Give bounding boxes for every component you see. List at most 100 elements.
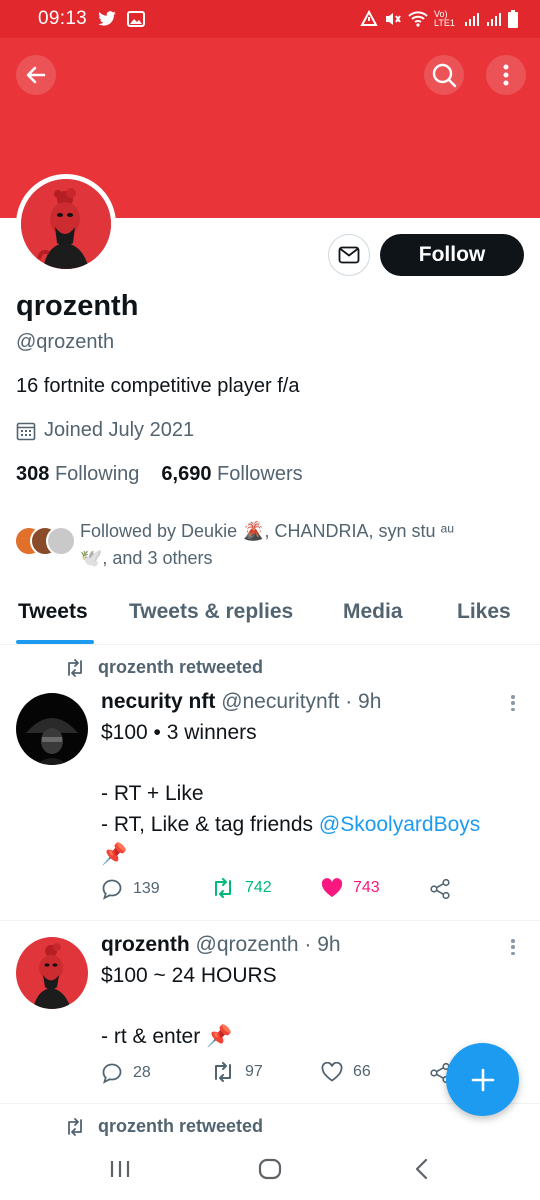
like-count: 743 bbox=[353, 879, 380, 896]
back-button[interactable] bbox=[16, 55, 56, 95]
wifi-icon bbox=[408, 11, 428, 27]
recent-apps-icon bbox=[110, 1161, 130, 1177]
profile-handle: @qrozenth bbox=[16, 331, 115, 353]
display-name: qrozenth bbox=[16, 290, 139, 322]
twitter-notification-icon bbox=[98, 11, 116, 26]
followed-by-line: 🕊️, and 3 others bbox=[80, 548, 213, 568]
followed-by-text: Followed by Deukie 🌋, CHANDRIA, syn stu … bbox=[80, 518, 520, 572]
more-vertical-icon bbox=[503, 64, 509, 86]
retweet-icon bbox=[215, 878, 231, 898]
reply-count: 139 bbox=[133, 880, 160, 897]
retweet-indicator: qrozenth retweeted bbox=[64, 657, 263, 678]
back-nav-button[interactable] bbox=[402, 1154, 442, 1184]
followers-count: 6,690 bbox=[161, 463, 212, 485]
tweet-more-button[interactable] bbox=[506, 693, 520, 713]
retweet-icon bbox=[215, 1062, 231, 1082]
status-bar: 09:13 Vo) LTE1 bbox=[0, 0, 540, 38]
tweet-author-avatar[interactable] bbox=[16, 693, 88, 765]
back-arrow-icon bbox=[26, 66, 46, 84]
more-options-button[interactable] bbox=[486, 55, 526, 95]
tweet-header: necurity nft @necuritynft · 9h bbox=[101, 690, 381, 714]
following-link[interactable]: 308 Following bbox=[16, 463, 139, 486]
tweet-more-button[interactable] bbox=[506, 937, 520, 957]
tab-media[interactable]: Media bbox=[343, 600, 403, 624]
battery-icon bbox=[508, 10, 518, 28]
tweet-actions: 139 742 743 bbox=[101, 878, 521, 908]
envelope-icon bbox=[338, 246, 360, 264]
reply-button[interactable]: 28 bbox=[101, 1062, 151, 1084]
share-icon bbox=[430, 878, 450, 900]
share-button[interactable] bbox=[429, 878, 451, 900]
retweeted-by-label: qrozenth retweeted bbox=[98, 657, 264, 677]
tweet-meta: @qrozenth · 9h bbox=[195, 933, 341, 956]
avatar-image bbox=[16, 937, 88, 1009]
plus-icon bbox=[471, 1068, 494, 1091]
avatar-image bbox=[21, 179, 111, 269]
retweet-button[interactable]: 742 bbox=[211, 878, 272, 898]
mutual-avatars bbox=[14, 526, 78, 560]
heart-filled-icon bbox=[321, 878, 343, 897]
followers-label: Followers bbox=[217, 463, 303, 485]
retweet-icon bbox=[68, 1117, 82, 1136]
retweet-count: 742 bbox=[245, 879, 272, 896]
followed-by[interactable]: Followed by Deukie 🌋, CHANDRIA, syn stu … bbox=[14, 518, 524, 574]
back-chevron-icon bbox=[415, 1158, 428, 1180]
system-navigation-bar bbox=[0, 1140, 540, 1200]
following-label: Following bbox=[54, 463, 140, 485]
profile-avatar[interactable] bbox=[16, 174, 116, 274]
tweet-text: $100 ~ 24 HOURS - rt & enter 📌 bbox=[101, 964, 277, 1048]
active-tab-indicator bbox=[16, 640, 94, 644]
joined-date: Joined July 2021 bbox=[16, 419, 194, 442]
calendar-icon bbox=[16, 422, 36, 440]
mutual-avatar bbox=[46, 526, 76, 556]
profile-bio: 16 fortnite competitive player f/a bbox=[16, 375, 300, 397]
reply-button[interactable]: 139 bbox=[101, 878, 160, 900]
status-time: 09:13 bbox=[38, 8, 88, 29]
home-button[interactable] bbox=[250, 1154, 290, 1184]
tab-tweets[interactable]: Tweets bbox=[18, 600, 88, 624]
tweet-author-name[interactable]: necurity nft bbox=[101, 690, 215, 713]
retweet-indicator: qrozenth retweeted bbox=[64, 1116, 263, 1137]
tweet-header: qrozenth @qrozenth · 9h bbox=[101, 933, 341, 957]
like-count: 66 bbox=[353, 1063, 371, 1080]
joined-label: Joined July 2021 bbox=[44, 419, 195, 441]
like-button[interactable]: 743 bbox=[321, 878, 380, 898]
tweet-mention[interactable]: @SkoolyardBoys bbox=[319, 813, 480, 836]
home-icon bbox=[258, 1158, 282, 1180]
retweet-button[interactable]: 97 bbox=[211, 1062, 263, 1082]
tweet-author-avatar[interactable] bbox=[16, 937, 88, 1009]
signal-icon-2 bbox=[487, 13, 501, 26]
search-button[interactable] bbox=[424, 55, 464, 95]
avatar-image bbox=[16, 693, 88, 765]
tweet-meta: @necuritynft · 9h bbox=[221, 690, 382, 713]
tweet[interactable]: qrozenth retweeted bbox=[0, 1104, 540, 1144]
search-icon bbox=[432, 63, 457, 88]
message-button[interactable] bbox=[328, 234, 370, 276]
retweet-count: 97 bbox=[245, 1063, 263, 1080]
followed-by-line: Followed by Deukie 🌋, CHANDRIA, syn stu … bbox=[80, 521, 455, 541]
like-button[interactable]: 66 bbox=[321, 1062, 371, 1082]
follow-stats: 308 Following 6,690 Followers bbox=[16, 463, 303, 486]
alarm-icon bbox=[360, 10, 378, 26]
recent-apps-button[interactable] bbox=[100, 1154, 140, 1184]
tweet-text: $100 • 3 winners - RT + Like - RT, Like … bbox=[101, 718, 526, 871]
profile-tabs: Tweets Tweets & replies Media Likes bbox=[0, 590, 540, 645]
network-label: Vo) LTE1 bbox=[434, 9, 455, 28]
image-notification-icon bbox=[127, 11, 146, 27]
tweet-body-end: 📌 bbox=[101, 843, 128, 866]
followers-link[interactable]: 6,690 Followers bbox=[161, 463, 302, 486]
retweet-icon bbox=[68, 658, 82, 677]
signal-icon bbox=[465, 13, 479, 26]
retweeted-by-label: qrozenth retweeted bbox=[98, 1116, 264, 1136]
tweet-body: $100 • 3 winners - RT + Like - RT, Like … bbox=[101, 721, 314, 836]
heart-outline-icon bbox=[321, 1062, 343, 1082]
follow-button[interactable]: Follow bbox=[380, 234, 524, 276]
compose-tweet-button[interactable] bbox=[446, 1043, 519, 1116]
reply-icon bbox=[102, 879, 122, 900]
mute-icon bbox=[386, 13, 401, 25]
tab-likes[interactable]: Likes bbox=[457, 600, 511, 624]
tab-tweets-replies[interactable]: Tweets & replies bbox=[129, 600, 293, 624]
tweet-author-name[interactable]: qrozenth bbox=[101, 933, 190, 956]
tweet[interactable]: qrozenth retweeted necurity nft @necurit… bbox=[0, 645, 540, 921]
reply-icon bbox=[102, 1063, 122, 1084]
